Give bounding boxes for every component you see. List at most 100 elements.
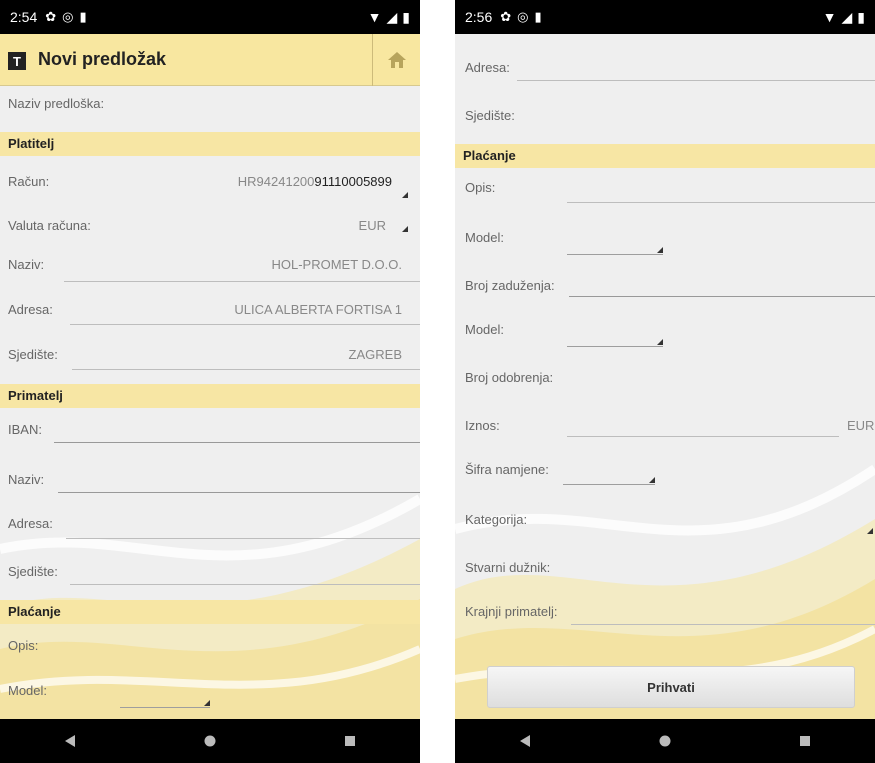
battery-icon: ▮ [402, 8, 410, 25]
sifra-namjene-dropdown-icon[interactable] [649, 477, 655, 483]
iban-label: IBAN: [8, 422, 42, 437]
broj-zaduzenja-input[interactable] [569, 296, 875, 297]
naziv-underline [64, 281, 420, 282]
adresa-underline [70, 324, 420, 325]
stvarni-duznik-label: Stvarni dužnik: [465, 560, 551, 575]
form-area: Naziv predloška: Platitelj Račun: HR9424… [0, 86, 420, 719]
recents-button[interactable] [785, 726, 825, 756]
nav-bar [0, 719, 420, 763]
racun-value[interactable]: HR9424120091110005899 [238, 174, 392, 189]
page-title: Novi predložak [38, 49, 167, 69]
back-button[interactable] [505, 726, 545, 756]
primatelj-naziv-label: Naziv: [8, 472, 45, 487]
section-placanje: Plaćanje [0, 600, 420, 624]
naziv-predloska-label: Naziv predloška: [8, 96, 105, 111]
wave-background [0, 494, 420, 719]
recents-button[interactable] [330, 726, 370, 756]
sjediste-label: Sjedište: [465, 108, 515, 123]
home-nav-button[interactable] [190, 726, 230, 756]
model-dropdown-icon[interactable] [204, 700, 210, 706]
status-time: 2:56 [465, 9, 493, 25]
broj-odobrenja-label: Broj odobrenja: [465, 370, 554, 385]
primatelj-naziv-input[interactable] [58, 492, 420, 493]
krajnji-primatelj-input[interactable] [571, 624, 875, 625]
primatelj-adresa-label: Adresa: [8, 516, 53, 531]
adresa-label: Adresa: [8, 302, 53, 317]
valuta-dropdown-icon[interactable] [402, 226, 408, 232]
section-placanje: Plaćanje [455, 144, 875, 168]
adresa-label: Adresa: [465, 60, 510, 75]
accept-button[interactable]: Prihvati [487, 666, 855, 708]
battery-icon: ▮ [857, 8, 865, 25]
model2-label: Model: [465, 322, 505, 337]
iznos-currency: EUR [847, 418, 875, 433]
home-nav-button[interactable] [645, 726, 685, 756]
valuta-label: Valuta računa: [8, 218, 91, 233]
record-icon: ◎ [517, 9, 529, 24]
racun-dropdown-icon[interactable] [402, 192, 408, 198]
primatelj-sjediste-label: Sjedište: [8, 564, 58, 579]
krajnji-primatelj-label: Krajnji primatelj: [465, 604, 558, 619]
form-area: Adresa: Sjedište: Plaćanje Opis: Model: … [455, 34, 875, 719]
model-spinner[interactable] [120, 707, 210, 708]
adresa-input[interactable] [517, 80, 875, 81]
back-icon [65, 735, 75, 747]
opis-label: Opis: [8, 638, 39, 653]
kategorija-label: Kategorija: [465, 512, 528, 527]
app-logo-icon: T [8, 52, 26, 70]
signal-icon: ◢ [386, 8, 398, 25]
kategorija-dropdown-icon[interactable] [867, 528, 873, 534]
recents-icon [800, 736, 810, 746]
sd-card-icon: ▮ [534, 9, 542, 24]
home-circle-icon [204, 735, 216, 747]
app-bar: T Novi predložak [0, 34, 420, 86]
racun-rest: 91110005899 [314, 174, 392, 189]
broj-zaduzenja-label: Broj zaduženja: [465, 278, 555, 293]
home-circle-icon [659, 735, 671, 747]
iznos-input[interactable] [567, 436, 839, 437]
home-icon [387, 52, 406, 68]
home-button[interactable] [372, 34, 420, 86]
record-icon: ◎ [62, 9, 74, 24]
naziv-label: Naziv: [8, 257, 45, 272]
back-icon [520, 735, 530, 747]
sjediste-underline [72, 369, 420, 370]
racun-label: Račun: [8, 174, 50, 189]
primatelj-sjediste-input[interactable] [70, 584, 420, 585]
back-button[interactable] [50, 726, 90, 756]
status-bar: 2:54 ✿ ◎ ▮ ▼ ◢ ▮ [0, 0, 420, 34]
left-screen: 2:54 ✿ ◎ ▮ ▼ ◢ ▮ T Novi predložak Naziv … [0, 0, 420, 763]
gear-icon: ✿ [45, 9, 57, 24]
wifi-icon: ▼ [822, 9, 837, 25]
nav-bar [455, 719, 875, 763]
gear-icon: ✿ [500, 9, 512, 24]
sd-card-icon: ▮ [79, 9, 87, 24]
naziv-value[interactable]: HOL-PROMET D.O.O. [272, 257, 403, 272]
right-screen: 2:56 ✿ ◎ ▮ ▼ ◢ ▮ Adresa: Sjedište: Plaća… [455, 0, 875, 763]
sjediste-value[interactable]: ZAGREB [349, 347, 402, 362]
primatelj-adresa-input[interactable] [66, 538, 420, 539]
model2-spinner[interactable] [567, 346, 663, 347]
iban-input[interactable] [54, 442, 420, 443]
signal-icon: ◢ [841, 8, 853, 25]
model1-dropdown-icon[interactable] [657, 247, 663, 253]
model1-label: Model: [465, 230, 505, 245]
sifra-namjene-spinner[interactable] [563, 484, 655, 485]
model1-spinner[interactable] [567, 254, 663, 255]
sjediste-label: Sjedište: [8, 347, 58, 362]
recents-icon [345, 736, 355, 746]
sifra-namjene-label: Šifra namjene: [465, 462, 549, 477]
status-time: 2:54 [10, 9, 38, 25]
iznos-label: Iznos: [465, 418, 500, 433]
valuta-value[interactable]: EUR [359, 218, 386, 233]
model-label: Model: [8, 683, 48, 698]
section-primatelj: Primatelj [0, 384, 420, 408]
wifi-icon: ▼ [367, 9, 382, 25]
section-platitelj: Platitelj [0, 132, 420, 156]
adresa-value[interactable]: ULICA ALBERTA FORTISA 1 [234, 302, 402, 317]
opis-input[interactable] [567, 202, 875, 203]
opis-label: Opis: [465, 180, 496, 195]
racun-prefix: HR94241200 [237, 174, 315, 189]
model2-dropdown-icon[interactable] [657, 339, 663, 345]
status-bar: 2:56 ✿ ◎ ▮ ▼ ◢ ▮ [455, 0, 875, 34]
